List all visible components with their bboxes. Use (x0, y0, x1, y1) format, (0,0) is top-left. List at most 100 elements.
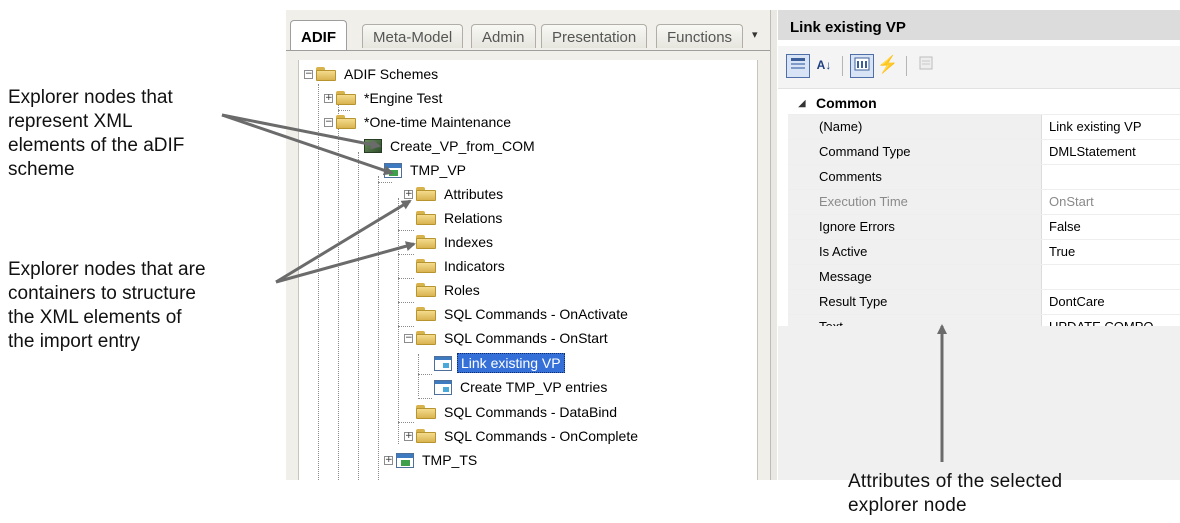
tree-node-engine-test[interactable]: + *Engine Test (324, 88, 445, 108)
property-pages-icon[interactable] (914, 54, 938, 78)
property-row-ignore-errors[interactable]: Ignore Errors False (788, 214, 1180, 239)
property-name: Is Active (816, 240, 1042, 264)
tree-node-label: ADIF Schemes (344, 66, 439, 82)
property-value[interactable]: DontCare (1042, 290, 1180, 314)
property-name: (Name) (816, 115, 1042, 139)
folder-icon (416, 187, 436, 201)
tree-node-tmp-ts[interactable]: + TMP_TS (384, 450, 480, 470)
property-row-result-type[interactable]: Result Type DontCare (788, 289, 1180, 314)
tree-node-label: *One-time Maintenance (364, 114, 512, 130)
tree-node-label: TMP_VP (410, 162, 467, 178)
property-value[interactable]: True (1042, 240, 1180, 264)
tree-node-label: *Engine Test (364, 90, 443, 106)
property-row-name[interactable]: (Name) Link existing VP (788, 114, 1180, 139)
tree-node-label: SQL Commands - OnComplete (444, 428, 638, 444)
tree-node-label: SQL Commands - DataBind (444, 404, 617, 420)
property-row-message[interactable]: Message (788, 264, 1180, 289)
property-value[interactable]: Link existing VP (1042, 115, 1180, 139)
tree-node-sql-oncomplete[interactable]: + SQL Commands - OnComplete (404, 426, 641, 446)
tree-node-sql-databind[interactable]: SQL Commands - DataBind (416, 402, 620, 422)
folder-icon (416, 283, 436, 297)
import-entry-icon (364, 139, 382, 153)
property-name: Result Type (816, 290, 1042, 314)
tree-node-roles[interactable]: Roles (416, 280, 483, 300)
property-row-is-active[interactable]: Is Active True (788, 239, 1180, 264)
property-row-command-type[interactable]: Command Type DMLStatement (788, 139, 1180, 164)
categorized-view-icon[interactable] (786, 54, 810, 78)
category-common[interactable]: ◢ Common (788, 92, 1180, 114)
tree-node-label: Create TMP_VP entries (460, 379, 608, 395)
lightning-events-icon[interactable]: ⚡ (876, 54, 900, 78)
entity-icon (396, 452, 414, 468)
property-value[interactable]: OnStart (1042, 190, 1180, 214)
expand-icon[interactable]: + (324, 93, 333, 103)
folder-icon (416, 405, 436, 419)
tree-node-link-existing-vp[interactable]: Link existing VP (434, 353, 565, 373)
property-toolbar: A↓ ⚡ (778, 46, 1180, 89)
tree-node-sql-onstart[interactable]: − SQL Commands - OnStart (404, 328, 611, 348)
property-value[interactable]: DMLStatement (1042, 140, 1180, 164)
property-name: Command Type (816, 140, 1042, 164)
property-name: Execution Time (816, 190, 1042, 214)
folder-icon (416, 331, 436, 345)
folder-icon (336, 91, 356, 105)
tree-node-label: Create_VP_from_COM (390, 138, 535, 154)
tree-node-create-vp-from-com[interactable]: Create_VP_from_COM (364, 136, 538, 156)
properties-page-icon[interactable] (850, 54, 874, 78)
property-panel: Link existing VP A↓ ⚡ ◢ Common (Name) Li… (778, 10, 1180, 480)
folder-icon (416, 235, 436, 249)
explorer-tree: − ADIF Schemes + *Engine Test − *One-tim… (298, 60, 758, 480)
explorer-panel: Functions Presentation Admin Meta-Model … (286, 10, 770, 480)
property-row-comments[interactable]: Comments (788, 164, 1180, 189)
tab-presentation[interactable]: Presentation (541, 24, 648, 48)
tab-functions[interactable]: Functions (656, 24, 744, 48)
tab-adif[interactable]: ADIF (290, 20, 347, 50)
tree-node-one-time-maintenance[interactable]: − *One-time Maintenance (324, 112, 514, 132)
category-label: Common (816, 95, 877, 111)
alphabetical-sort-icon[interactable]: A↓ (812, 54, 836, 78)
tree-node-create-tmp-vp-entries[interactable]: Create TMP_VP entries (434, 377, 610, 397)
folder-icon (336, 115, 356, 129)
tree-node-label: Attributes (444, 186, 504, 202)
callout-xml-elements: Explorer nodes that represent XML elemen… (8, 87, 185, 180)
expand-icon[interactable]: + (404, 431, 413, 441)
collapse-icon[interactable]: − (304, 69, 313, 79)
panel-splitter[interactable] (770, 10, 777, 480)
sql-command-icon (434, 379, 452, 395)
expand-icon[interactable]: + (404, 189, 413, 199)
tree-node-relations[interactable]: Relations (416, 208, 505, 228)
tree-node-label: Relations (444, 210, 503, 226)
tab-meta-model[interactable]: Meta-Model (362, 24, 464, 48)
tree-node-sql-onactivate[interactable]: SQL Commands - OnActivate (416, 304, 631, 324)
property-value[interactable] (1042, 165, 1180, 189)
collapse-category-icon[interactable]: ◢ (788, 98, 816, 109)
property-value[interactable]: False (1042, 215, 1180, 239)
tab-overflow-menu-icon[interactable]: ▾ (752, 28, 758, 41)
folder-icon (416, 259, 436, 273)
callout-attributes: Attributes of the selected explorer node (848, 471, 1063, 516)
folder-icon (416, 211, 436, 225)
tree-node-adif-schemes[interactable]: − ADIF Schemes (304, 64, 441, 84)
collapse-icon[interactable]: − (404, 333, 413, 343)
property-name: Comments (816, 165, 1042, 189)
explorer-tab-bar: Functions Presentation Admin Meta-Model … (286, 18, 770, 51)
tree-node-label: TMP_TS (422, 452, 478, 468)
property-row-execution-time[interactable]: Execution Time OnStart (788, 189, 1180, 214)
tree-node-label: SQL Commands - OnStart (444, 330, 608, 346)
tree-node-tmp-vp[interactable]: TMP_VP (384, 160, 469, 180)
tree-node-indexes[interactable]: Indexes (416, 232, 496, 252)
tree-node-label: Link existing VP (457, 353, 565, 373)
folder-icon (416, 307, 436, 321)
property-name: Message (816, 265, 1042, 289)
tab-admin[interactable]: Admin (471, 24, 536, 48)
tree-node-label: Roles (444, 282, 480, 298)
collapse-icon[interactable]: − (324, 117, 333, 127)
tree-node-attributes[interactable]: + Attributes (404, 184, 506, 204)
folder-icon (316, 67, 336, 81)
property-grid-empty-area (778, 326, 1180, 480)
expand-icon[interactable]: + (384, 455, 393, 465)
sql-command-icon (434, 355, 452, 371)
tree-node-indicators[interactable]: Indicators (416, 256, 508, 276)
property-value[interactable] (1042, 265, 1180, 289)
tree-node-label: Indicators (444, 258, 505, 274)
